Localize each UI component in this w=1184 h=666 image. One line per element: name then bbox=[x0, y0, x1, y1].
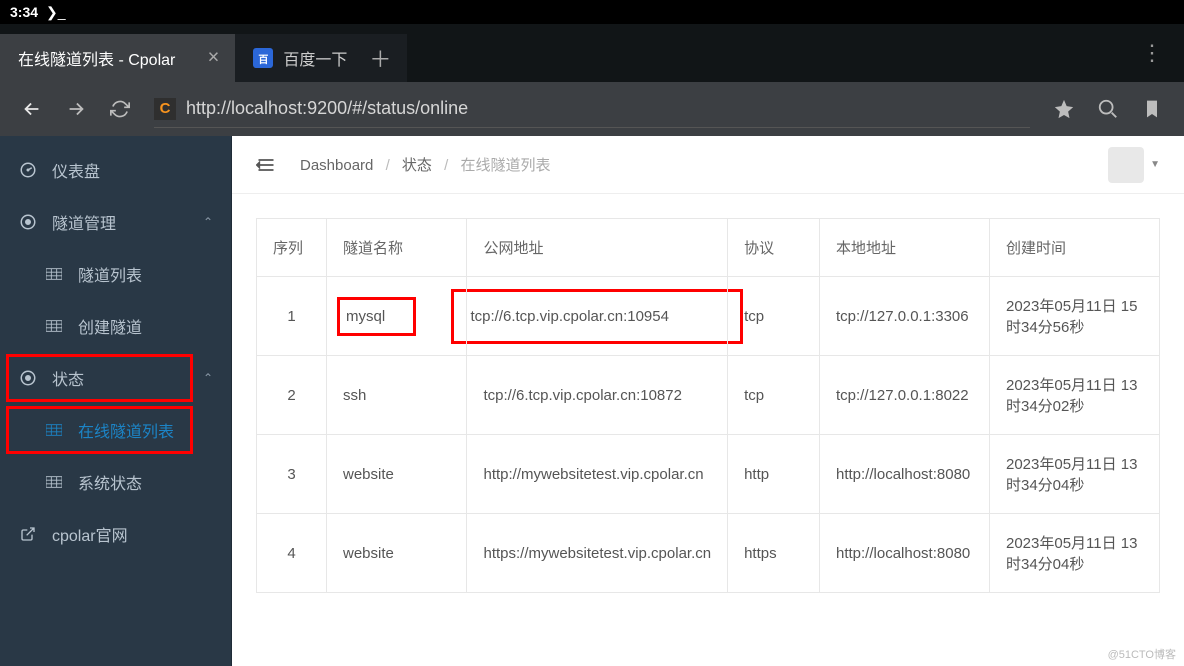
chevron-down-icon[interactable]: ▼ bbox=[1150, 159, 1160, 170]
cell-name: ssh bbox=[327, 356, 467, 435]
back-button[interactable] bbox=[10, 87, 54, 131]
baidu-favicon: 百 bbox=[253, 48, 273, 68]
watermark: @51CTO博客 bbox=[1108, 646, 1176, 662]
sidebar-item-仪表盘[interactable]: 仪表盘 bbox=[0, 144, 231, 196]
table-row: 3websitehttp://mywebsitetest.vip.cpolar.… bbox=[257, 435, 1160, 514]
android-status-bar: 3:34 ❯_ bbox=[0, 0, 1184, 24]
cell-name: website bbox=[327, 514, 467, 593]
sidebar-item-label: cpolar官网 bbox=[52, 522, 128, 546]
sidebar-item-在线隧道列表[interactable]: 在线隧道列表 bbox=[0, 404, 231, 456]
sidebar-item-cpolar官网[interactable]: cpolar官网 bbox=[0, 508, 231, 560]
cell-protocol: tcp bbox=[728, 356, 820, 435]
site-favicon: C bbox=[154, 98, 176, 120]
close-icon[interactable]: × bbox=[208, 47, 220, 70]
cell-local-addr: http://localhost:8080 bbox=[820, 435, 990, 514]
browser-tab-inactive[interactable]: 百 百度一下 ＋ bbox=[235, 34, 407, 82]
status-time: 3:34 bbox=[10, 4, 38, 20]
new-tab-icon[interactable]: ＋ bbox=[369, 42, 391, 74]
main-panel: Dashboard / 状态 / 在线隧道列表 ▼ 序列隧道名称公网地址协议本地… bbox=[232, 136, 1184, 666]
table-row: 4websitehttps://mywebsitetest.vip.cpolar… bbox=[257, 514, 1160, 593]
col-header: 公网地址 bbox=[467, 219, 728, 277]
cell-created: 2023年05月11日 13时34分02秒 bbox=[990, 356, 1160, 435]
tunnel-table: 序列隧道名称公网地址协议本地地址创建时间 1mysqltcp://6.tcp.v… bbox=[256, 218, 1160, 593]
sidebar-item-label: 仪表盘 bbox=[52, 158, 100, 182]
sidebar: 仪表盘隧道管理 ⌃ 隧道列表创建隧道状态 ⌃ 在线隧道列表系统状态 cpolar官网 bbox=[0, 136, 232, 666]
main-header: Dashboard / 状态 / 在线隧道列表 ▼ bbox=[232, 136, 1184, 194]
sidebar-item-label: 系统状态 bbox=[78, 470, 142, 494]
breadcrumb-mid[interactable]: 状态 bbox=[402, 157, 432, 174]
col-header: 隧道名称 bbox=[327, 219, 467, 277]
cell-name: mysql bbox=[327, 277, 467, 356]
table-row: 2sshtcp://6.tcp.vip.cpolar.cn:10872tcptc… bbox=[257, 356, 1160, 435]
browser-tab-active[interactable]: 在线隧道列表 - Cpolar × bbox=[0, 34, 235, 82]
breadcrumb-leaf: 在线隧道列表 bbox=[460, 157, 550, 174]
collapse-sidebar-icon[interactable] bbox=[256, 157, 276, 173]
cell-protocol: https bbox=[728, 514, 820, 593]
col-header: 本地地址 bbox=[820, 219, 990, 277]
table-row: 1mysqltcp://6.tcp.vip.cpolar.cn:10954tcp… bbox=[257, 277, 1160, 356]
col-header: 序列 bbox=[257, 219, 327, 277]
sidebar-item-label: 隧道管理 bbox=[52, 210, 116, 234]
grid-icon bbox=[44, 320, 64, 332]
reload-button[interactable] bbox=[98, 87, 142, 131]
sidebar-item-系统状态[interactable]: 系统状态 bbox=[0, 456, 231, 508]
sidebar-item-隧道列表[interactable]: 隧道列表 bbox=[0, 248, 231, 300]
cell-protocol: http bbox=[728, 435, 820, 514]
cell-public-addr: tcp://6.tcp.vip.cpolar.cn:10872 bbox=[467, 356, 728, 435]
browser-nav-bar: C http://localhost:9200/#/status/online bbox=[0, 82, 1184, 136]
bookmark-icon[interactable] bbox=[1130, 87, 1174, 131]
grid-icon bbox=[44, 424, 64, 436]
url-bar[interactable]: C http://localhost:9200/#/status/online bbox=[154, 90, 1030, 128]
grid-icon bbox=[44, 476, 64, 488]
col-header: 协议 bbox=[728, 219, 820, 277]
sidebar-item-label: 隧道列表 bbox=[78, 262, 142, 286]
dashboard-icon bbox=[18, 161, 38, 179]
cell-public-addr: http://mywebsitetest.vip.cpolar.cn bbox=[467, 435, 728, 514]
chevron-up-icon: ⌃ bbox=[203, 215, 213, 229]
breadcrumb: Dashboard / 状态 / 在线隧道列表 bbox=[300, 154, 550, 175]
breadcrumb-root[interactable]: Dashboard bbox=[300, 157, 373, 174]
star-icon[interactable] bbox=[1042, 87, 1086, 131]
app-body: 仪表盘隧道管理⌃隧道列表创建隧道状态⌃在线隧道列表系统状态cpolar官网 Da… bbox=[0, 136, 1184, 666]
tab-title: 在线隧道列表 - Cpolar bbox=[18, 46, 175, 70]
external-icon bbox=[18, 526, 38, 542]
cell-local-addr: tcp://127.0.0.1:3306 bbox=[820, 277, 990, 356]
col-header: 创建时间 bbox=[990, 219, 1160, 277]
sidebar-item-label: 状态 bbox=[52, 366, 84, 390]
sidebar-item-label: 创建隧道 bbox=[78, 314, 142, 338]
tab-title: 百度一下 bbox=[283, 46, 347, 70]
kebab-menu-icon[interactable]: ⋮ bbox=[1141, 40, 1164, 66]
target-icon bbox=[18, 369, 38, 387]
cell-created: 2023年05月11日 13时34分04秒 bbox=[990, 514, 1160, 593]
cell-protocol: tcp bbox=[728, 277, 820, 356]
cell-local-addr: http://localhost:8080 bbox=[820, 514, 990, 593]
terminal-icon: ❯_ bbox=[46, 4, 66, 21]
cell-name: website bbox=[327, 435, 467, 514]
forward-button[interactable] bbox=[54, 87, 98, 131]
cell-index: 4 bbox=[257, 514, 327, 593]
cell-created: 2023年05月11日 13时34分04秒 bbox=[990, 435, 1160, 514]
cell-local-addr: tcp://127.0.0.1:8022 bbox=[820, 356, 990, 435]
cell-public-addr: https://mywebsitetest.vip.cpolar.cn bbox=[467, 514, 728, 593]
target-icon bbox=[18, 213, 38, 231]
cell-public-addr: tcp://6.tcp.vip.cpolar.cn:10954 bbox=[467, 277, 728, 356]
grid-icon bbox=[44, 268, 64, 280]
content: 序列隧道名称公网地址协议本地地址创建时间 1mysqltcp://6.tcp.v… bbox=[232, 194, 1184, 617]
cell-created: 2023年05月11日 15时34分56秒 bbox=[990, 277, 1160, 356]
sidebar-item-隧道管理[interactable]: 隧道管理 ⌃ bbox=[0, 196, 231, 248]
cell-index: 3 bbox=[257, 435, 327, 514]
url-text: http://localhost:9200/#/status/online bbox=[186, 98, 468, 119]
cell-index: 1 bbox=[257, 277, 327, 356]
browser-tab-strip: 在线隧道列表 - Cpolar × 百 百度一下 ＋ ⋮ bbox=[0, 24, 1184, 82]
sidebar-item-label: 在线隧道列表 bbox=[78, 418, 174, 442]
search-icon[interactable] bbox=[1086, 87, 1130, 131]
cell-index: 2 bbox=[257, 356, 327, 435]
sidebar-item-状态[interactable]: 状态 ⌃ bbox=[0, 352, 231, 404]
avatar[interactable] bbox=[1108, 147, 1144, 183]
sidebar-item-创建隧道[interactable]: 创建隧道 bbox=[0, 300, 231, 352]
chevron-up-icon: ⌃ bbox=[203, 371, 213, 385]
